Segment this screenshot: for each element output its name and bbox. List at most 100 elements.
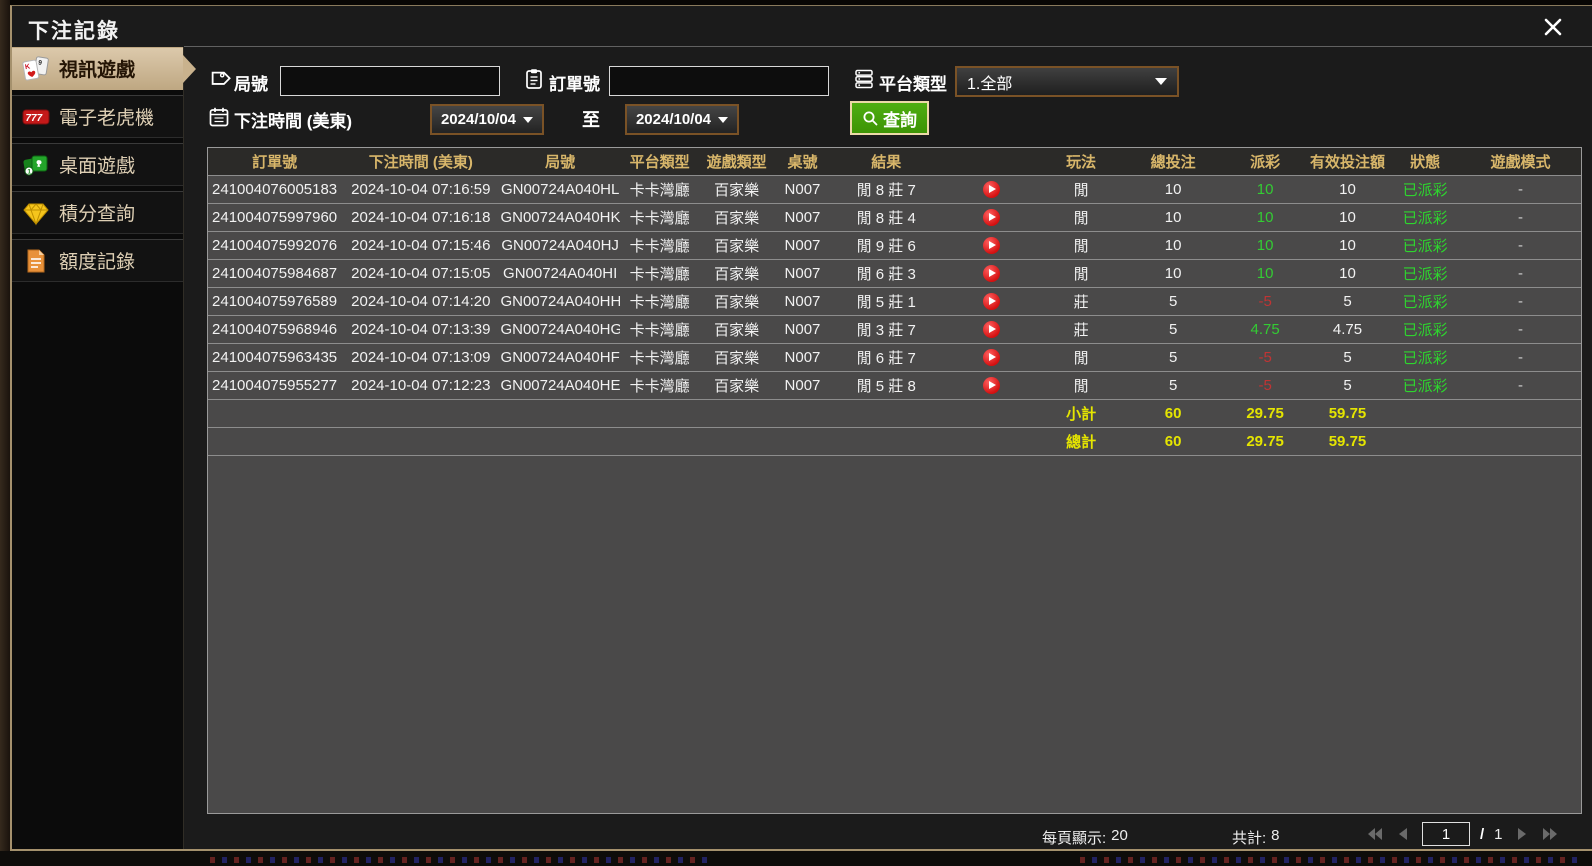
col-replay xyxy=(941,148,1042,176)
document-icon xyxy=(27,249,45,272)
cell-play: 閒 xyxy=(1041,259,1121,288)
col-status: 狀態 xyxy=(1390,148,1461,176)
background-game-sliver-left xyxy=(0,0,10,866)
cell-platform: 卡卡灣廳 xyxy=(619,231,700,260)
per-page-display: 每頁顯示: 20 xyxy=(1042,827,1128,848)
sidebar-item-quota-records[interactable]: 額度記錄 xyxy=(12,239,183,282)
cell-game-type: 百家樂 xyxy=(699,343,774,372)
sidebar: 9 K 視訊遊戲 777 電子老虎機 1 桌面遊戲 積分查詢 額度記錄 xyxy=(12,47,184,849)
replay-icon[interactable] xyxy=(982,320,1000,338)
cell-payout: -5 xyxy=(1225,343,1305,372)
cell-result: 閒 6 莊 7 xyxy=(831,343,942,372)
sidebar-item-label: 視訊遊戲 xyxy=(59,60,136,81)
background-roadmap-hint xyxy=(1080,857,1580,863)
grand-total-total-bet: 60 xyxy=(1120,427,1226,456)
cell-mode: - xyxy=(1460,343,1581,372)
cell-play: 閒 xyxy=(1041,203,1121,232)
cell-valid-bet: 5 xyxy=(1304,287,1391,316)
cell-status: 已派彩 xyxy=(1390,259,1461,288)
grand-total-payout: 29.75 xyxy=(1225,427,1305,456)
next-page-icon[interactable] xyxy=(1513,825,1531,843)
cell-round-no: GN00724A040HF xyxy=(500,343,620,372)
cell-table-no: N007 xyxy=(773,259,832,288)
total-count-label: 共計: xyxy=(1232,830,1267,847)
cell-result: 閒 5 莊 8 xyxy=(831,371,942,400)
round-no-input[interactable] xyxy=(280,66,500,96)
cell-table-no: N007 xyxy=(773,287,832,316)
page-number-input[interactable] xyxy=(1422,822,1470,846)
sidebar-item-slots[interactable]: 777 電子老虎機 xyxy=(12,95,183,138)
date-to-select[interactable]: 2024/10/04 xyxy=(625,104,739,135)
cell-bet-time: 2024-10-04 07:16:18 xyxy=(341,203,501,232)
replay-icon[interactable] xyxy=(982,180,1000,198)
cell-order-no: 241004075992076 xyxy=(208,231,342,260)
chevron-down-icon xyxy=(718,116,729,123)
col-payout: 派彩 xyxy=(1225,148,1305,176)
replay-icon[interactable] xyxy=(982,208,1000,226)
page-separator: / xyxy=(1480,825,1485,843)
play-triangle xyxy=(988,268,996,277)
subtotal-total-bet: 60 xyxy=(1120,399,1226,428)
cell-round-no: GN00724A040HJ xyxy=(500,231,620,260)
subtotal-label: 小計 xyxy=(1041,399,1121,428)
replay-icon[interactable] xyxy=(982,348,1000,366)
cell-replay xyxy=(941,231,1042,260)
close-icon[interactable] xyxy=(1542,16,1564,38)
replay-icon[interactable] xyxy=(982,292,1000,310)
platform-type-select[interactable]: 1.全部 xyxy=(955,66,1179,97)
search-button[interactable]: 查詢 xyxy=(850,101,929,135)
first-page-icon[interactable] xyxy=(1366,825,1384,843)
sidebar-item-table-games[interactable]: 1 桌面遊戲 xyxy=(12,143,183,186)
cell-game-type: 百家樂 xyxy=(699,175,774,204)
cell-status: 已派彩 xyxy=(1390,203,1461,232)
col-bet-time: 下注時間 (美東) xyxy=(341,148,501,176)
cell-payout: 10 xyxy=(1225,259,1305,288)
cell-mode: - xyxy=(1460,259,1581,288)
cell-table-no: N007 xyxy=(773,203,832,232)
cell-status: 已派彩 xyxy=(1390,371,1461,400)
cell-payout: 10 xyxy=(1225,231,1305,260)
col-play-type: 玩法 xyxy=(1041,148,1121,176)
cell-total-bet: 10 xyxy=(1120,231,1226,260)
last-page-icon[interactable] xyxy=(1541,825,1559,843)
cell-table-no: N007 xyxy=(773,315,832,344)
prev-page-icon[interactable] xyxy=(1394,825,1412,843)
cell-result: 閒 8 莊 4 xyxy=(831,203,942,232)
table-row: 241004075997960 2024-10-04 07:16:18 GN0072… xyxy=(208,203,1581,232)
cell-round-no: GN00724A040HG xyxy=(500,315,620,344)
cell-bet-time: 2024-10-04 07:14:20 xyxy=(341,287,501,316)
bet-records-table: 訂單號 下注時間 (美東) 局號 平台類型 遊戲類型 桌號 結果 玩法 總投注 … xyxy=(207,147,1582,814)
cell-total-bet: 10 xyxy=(1120,259,1226,288)
table-row: 241004075968946 2024-10-04 07:13:39 GN0072… xyxy=(208,315,1581,344)
cell-play: 莊 xyxy=(1041,315,1121,344)
table-totals: 小計 60 29.75 59.75 總計 60 29.75 59.75 xyxy=(208,399,1581,456)
cell-order-no: 241004076005183 xyxy=(208,175,342,204)
sidebar-item-points-query[interactable]: 積分查詢 xyxy=(12,191,183,234)
col-valid-bet: 有效投注額 xyxy=(1304,148,1391,176)
cell-game-type: 百家樂 xyxy=(699,371,774,400)
chevron-down-icon xyxy=(523,116,534,123)
cell-valid-bet: 5 xyxy=(1304,343,1391,372)
date-from-select[interactable]: 2024/10/04 xyxy=(430,104,544,135)
cell-valid-bet: 5 xyxy=(1304,371,1391,400)
replay-icon[interactable] xyxy=(982,376,1000,394)
sidebar-item-video-games[interactable]: 9 K 視訊遊戲 xyxy=(12,47,183,90)
cell-status: 已派彩 xyxy=(1390,175,1461,204)
total-pages: 1 xyxy=(1494,825,1503,843)
sidebar-item-label: 積分查詢 xyxy=(59,204,136,225)
order-no-input[interactable] xyxy=(609,66,829,96)
cell-total-bet: 5 xyxy=(1120,371,1226,400)
play-triangle xyxy=(988,324,996,333)
cell-platform: 卡卡灣廳 xyxy=(619,259,700,288)
cell-replay xyxy=(941,287,1042,316)
cell-round-no: GN00724A040HK xyxy=(500,203,620,232)
clipboard-icon xyxy=(526,69,542,89)
replay-icon[interactable] xyxy=(982,236,1000,254)
play-triangle xyxy=(988,240,996,249)
cell-game-type: 百家樂 xyxy=(699,315,774,344)
order-no-label: 訂單號 xyxy=(549,75,600,94)
cell-game-type: 百家樂 xyxy=(699,287,774,316)
sidebar-item-label: 電子老虎機 xyxy=(59,108,155,129)
replay-icon[interactable] xyxy=(982,264,1000,282)
per-page-label: 每頁顯示: xyxy=(1042,830,1107,847)
